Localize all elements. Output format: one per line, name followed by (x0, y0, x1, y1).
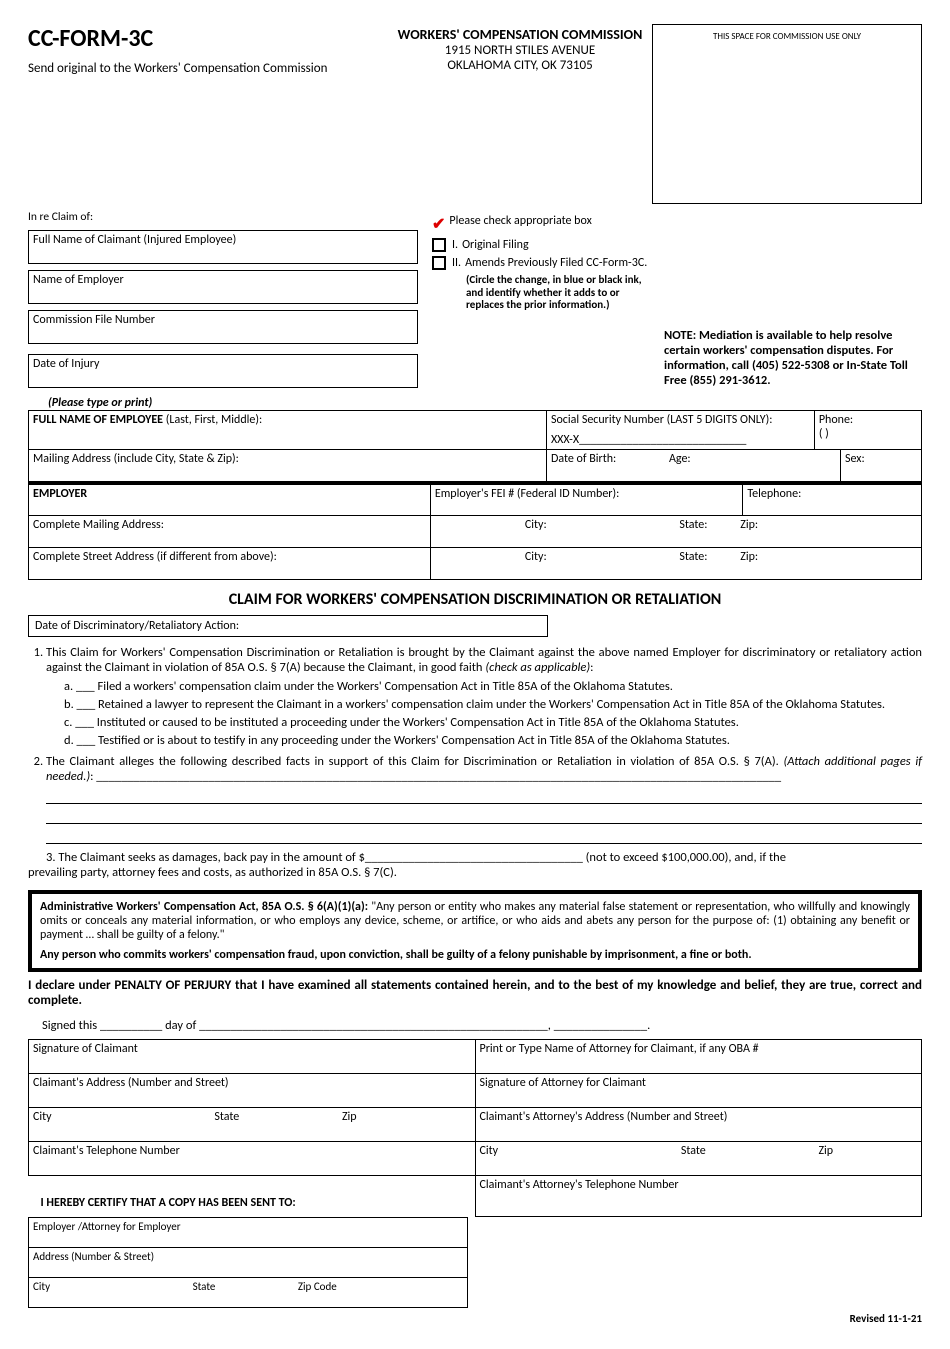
date-action-field[interactable]: Date of Discriminatory/Retaliatory Actio… (28, 615, 548, 637)
in-re-label: In re Claim of: (28, 210, 418, 224)
employer-heading-cell: EMPLOYER (29, 484, 431, 516)
send-original-instruction: Send original to the Workers' Compensati… (28, 61, 388, 76)
option-2-label: Amends Previously Filed CC-Form-3C. (465, 256, 647, 270)
copy-address-cell[interactable]: Address (Number & Street) (29, 1247, 468, 1277)
claimant-city-state-zip-cell[interactable]: City State Zip (29, 1108, 476, 1142)
option-2-detail: (Circle the change, in blue or black ink… (466, 274, 658, 312)
option-1-numeral: I. (452, 238, 458, 252)
employer-city-state-zip-2[interactable]: City: State: Zip: (430, 548, 921, 580)
dob-age-cell[interactable]: Date of Birth: Age: (547, 450, 841, 481)
employer-name-field[interactable]: Name of Employer (28, 270, 418, 304)
sub-a[interactable]: a. ___ Filed a workers' compensation cla… (64, 679, 922, 694)
commission-addr-1: 1915 NORTH STILES AVENUE (388, 43, 652, 58)
facts-line-1[interactable] (46, 790, 922, 804)
sub-b[interactable]: b. ___ Retained a lawyer to represent th… (64, 697, 922, 712)
claimant-phone-cell[interactable]: Claimant's Telephone Number (29, 1142, 476, 1176)
employer-city-state-zip-1[interactable]: City: State: Zip: (430, 516, 921, 548)
commission-addr-2: OKLAHOMA CITY, OK 73105 (388, 58, 652, 73)
employee-name-cell[interactable]: FULL NAME OF EMPLOYEE (Last, First, Midd… (29, 411, 547, 450)
claimant-signature-cell[interactable]: Signature of Claimant (29, 1040, 476, 1074)
copy-sent-table: Employer /Attorney for Employer Address … (28, 1217, 468, 1308)
commission-title: WORKERS' COMPENSATION COMMISSION (388, 26, 652, 43)
employee-table: FULL NAME OF EMPLOYEE (Last, First, Midd… (28, 410, 922, 482)
red-checkmark-icon: ✔ (432, 214, 445, 234)
commission-file-no-field[interactable]: Commission File Number (28, 310, 418, 344)
signature-table: Signature of Claimant Print or Type Name… (28, 1039, 922, 1217)
para-2: The Claimant alleges the following descr… (46, 754, 922, 844)
facts-line-2[interactable] (46, 810, 922, 824)
para-3-line-a: 3. The Claimant seeks as damages, back p… (46, 850, 922, 865)
copy-city-state-zip-cell[interactable]: City State Zip Code (29, 1277, 468, 1307)
certify-heading: I HEREBY CERTIFY THAT A COPY HAS BEEN SE… (41, 1196, 471, 1210)
para-3-line-b: prevailing party, attorney fees and cost… (28, 865, 922, 880)
fei-cell[interactable]: Employer's FEI # (Federal ID Number): (430, 484, 743, 516)
date-injury-field[interactable]: Date of Injury (28, 354, 418, 388)
signed-date-line[interactable]: Signed this __________ day of __________… (42, 1018, 922, 1033)
employer-tel-cell[interactable]: Telephone: (743, 484, 922, 516)
section-title: CLAIM FOR WORKERS' COMPENSATION DISCRIMI… (28, 590, 922, 609)
revised-date: Revised 11-1-21 (28, 1312, 922, 1325)
employer-street-cell[interactable]: Complete Street Address (if different fr… (29, 548, 431, 580)
mediation-note: NOTE: Mediation is available to help res… (664, 328, 922, 388)
check-instruction: Please check appropriate box (449, 214, 591, 228)
checkbox-amends[interactable] (432, 256, 446, 270)
facts-line-3[interactable] (46, 830, 922, 844)
employer-table: EMPLOYER Employer's FEI # (Federal ID Nu… (28, 482, 922, 580)
sex-cell[interactable]: Sex: (841, 450, 921, 481)
attorney-signature-cell[interactable]: Signature of Attorney for Claimant (475, 1074, 922, 1108)
warning-box: Administrative Workers' Compensation Act… (28, 890, 922, 972)
checkbox-original-filing[interactable] (432, 238, 446, 252)
mailing-address-cell[interactable]: Mailing Address (include City, State & Z… (29, 450, 547, 482)
claimant-address-cell[interactable]: Claimant's Address (Number and Street) (29, 1074, 476, 1108)
phone-cell[interactable]: Phone: ( ) (814, 411, 921, 450)
form-code: CC-FORM-3C (28, 24, 388, 53)
attorney-address-cell[interactable]: Claimant's Attorney's Address (Number an… (475, 1108, 922, 1142)
attorney-phone-cell[interactable]: Claimant's Attorney's Telephone Number (475, 1176, 922, 1217)
sub-c[interactable]: c. ___ Instituted or caused to be instit… (64, 715, 922, 730)
employer-mail-cell[interactable]: Complete Mailing Address: (29, 516, 431, 548)
please-type-print: (Please type or print) (48, 396, 922, 410)
attorney-name-cell[interactable]: Print or Type Name of Attorney for Claim… (475, 1040, 922, 1074)
sub-d[interactable]: d. ___ Testified or is about to testify … (64, 733, 922, 748)
commission-use-box: THIS SPACE FOR COMMISSION USE ONLY (652, 24, 922, 204)
para-1: This Claim for Workers' Compensation Dis… (46, 645, 922, 748)
option-1-label: Original Filing (462, 238, 529, 252)
claimant-name-field[interactable]: Full Name of Claimant (Injured Employee) (28, 230, 418, 264)
perjury-declaration: I declare under PENALTY OF PERJURY that … (28, 978, 922, 1008)
copy-employer-cell[interactable]: Employer /Attorney for Employer (29, 1217, 468, 1247)
ssn-cell[interactable]: Social Security Number (LAST 5 DIGITS ON… (546, 411, 814, 450)
option-2-numeral: II. (452, 256, 461, 270)
attorney-city-state-zip-cell[interactable]: City State Zip (475, 1142, 922, 1176)
